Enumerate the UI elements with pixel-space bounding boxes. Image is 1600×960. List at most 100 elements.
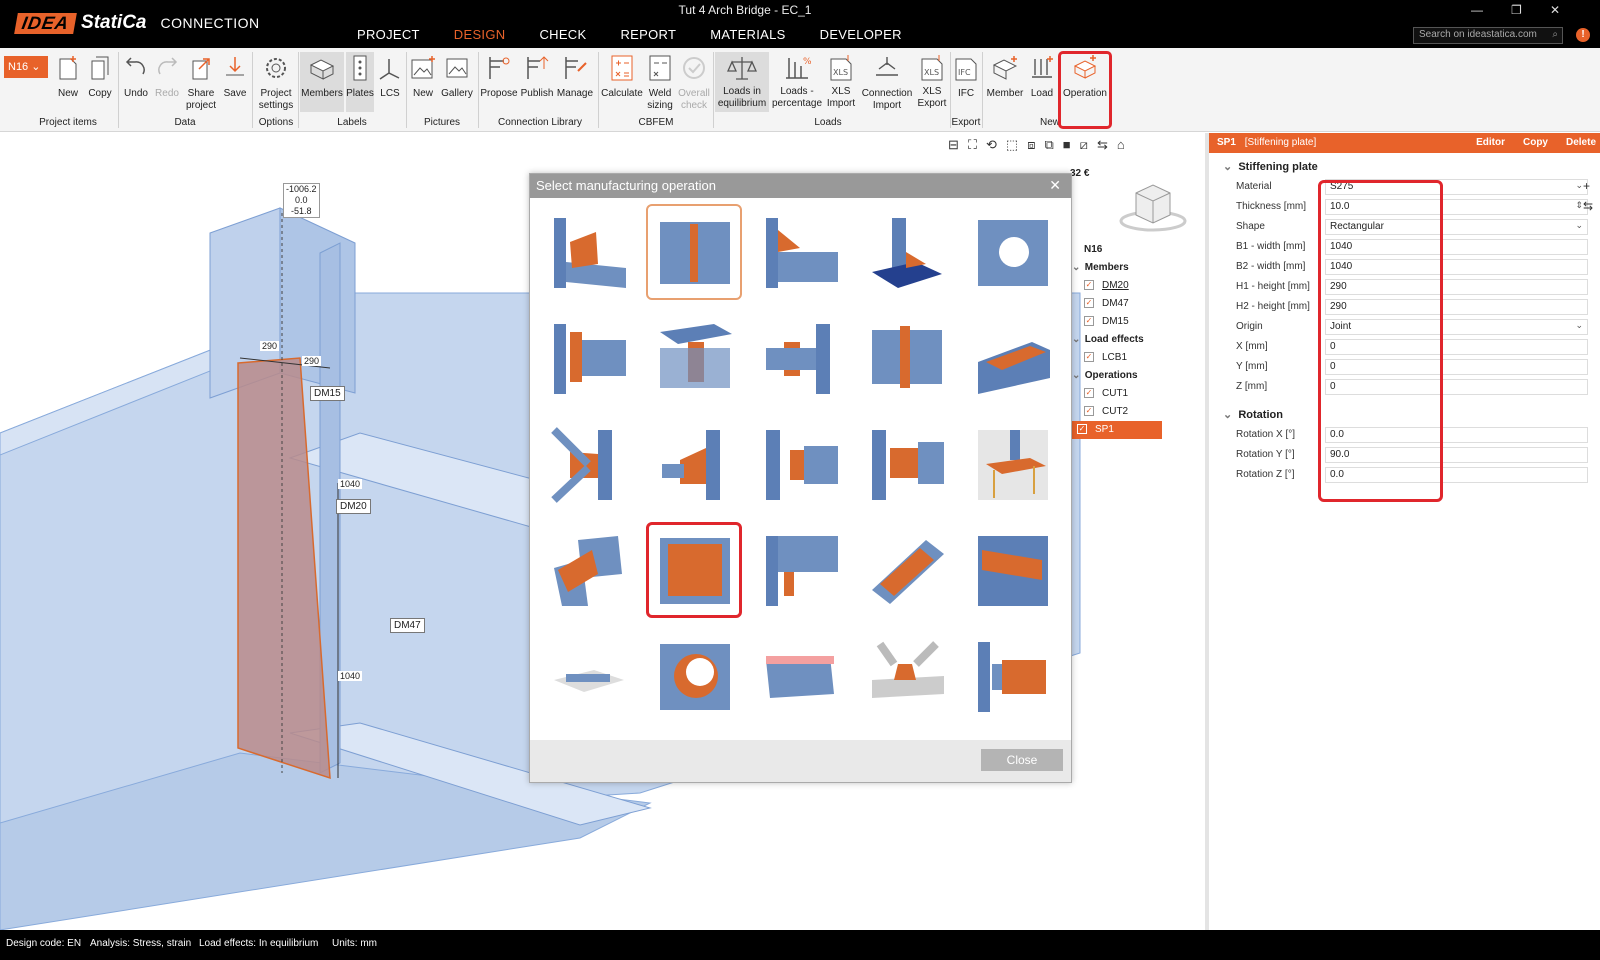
origin-select[interactable]: Joint ⌄ [1325, 319, 1588, 335]
publish-button[interactable]: Publish [519, 52, 555, 100]
tree-item-operation[interactable]: ✓ CUT2 [1072, 403, 1162, 421]
b2-input[interactable]: 1040 [1325, 259, 1588, 275]
operation-tile-splice[interactable] [858, 310, 954, 406]
members-label-toggle[interactable]: Members [300, 52, 344, 112]
view-cube-icon[interactable] [1118, 179, 1188, 235]
zoom-extents-icon[interactable]: ⛶ [968, 137, 977, 153]
delete-button[interactable]: Delete [1566, 137, 1596, 148]
section-rotation[interactable]: ⌄ Rotation [1209, 405, 1600, 425]
operation-tile-cleat[interactable] [752, 310, 848, 406]
operation-tile-truss-node[interactable] [858, 628, 954, 724]
minimize-icon[interactable]: — [1471, 3, 1483, 17]
close-button[interactable]: Close [981, 749, 1063, 771]
view-iso-icon[interactable]: ⧈ [1027, 137, 1035, 153]
home-icon[interactable]: ⌂ [1117, 137, 1125, 153]
tree-item-operation-selected[interactable]: ✓ SP1 [1072, 421, 1162, 439]
checkbox-icon[interactable]: ✓ [1084, 388, 1094, 399]
operation-tile-stiffener-cut[interactable] [540, 204, 636, 300]
loads-percentage-button[interactable]: % Loads - percentage [771, 52, 823, 110]
xls-import-button[interactable]: XLS XLS Import [824, 52, 858, 110]
checkbox-icon[interactable]: ✓ [1084, 406, 1094, 417]
operation-tile-gusset[interactable] [646, 416, 742, 512]
undo-button[interactable]: Undo [121, 52, 151, 100]
operation-tile-opening[interactable] [964, 204, 1060, 300]
member-tag-dm20[interactable]: DM20 [336, 499, 371, 514]
loads-in-equilibrium-toggle[interactable]: Loads in equilibrium [715, 52, 769, 112]
operation-tile-anchoring[interactable] [964, 416, 1060, 512]
new-operation-button[interactable]: Operation [1060, 52, 1110, 100]
thickness-stepper[interactable]: 10.0 ⇕ [1325, 199, 1588, 215]
operation-tile-flange-plate[interactable] [964, 522, 1060, 618]
operation-tile-cover-plate[interactable] [964, 310, 1060, 406]
ifc-export-button[interactable]: IFC IFC [952, 52, 980, 100]
checkbox-icon[interactable]: ✓ [1084, 280, 1094, 291]
checkbox-icon[interactable]: ✓ [1084, 298, 1094, 309]
operation-tile-fin-plate[interactable] [646, 310, 742, 406]
z-input[interactable]: 0 [1325, 379, 1588, 395]
lcs-toggle[interactable]: LCS [377, 52, 403, 100]
node-selector[interactable]: N16 ⌄ [4, 56, 48, 78]
calculate-button[interactable]: Calculate [601, 52, 643, 100]
copy-project-button[interactable]: Copy [86, 52, 114, 100]
tree-item-member[interactable]: ✓ DM15 [1072, 313, 1162, 331]
tree-load-effects-header[interactable]: ⌄ Load effects [1072, 331, 1162, 349]
editor-button[interactable]: Editor [1476, 137, 1505, 148]
operation-tile-seam[interactable] [752, 628, 848, 724]
y-input[interactable]: 0 [1325, 359, 1588, 375]
operation-tile-tube-opening[interactable] [646, 628, 742, 724]
tree-item-operation[interactable]: ✓ CUT1 [1072, 385, 1162, 403]
checkbox-icon[interactable]: ✓ [1084, 352, 1094, 363]
checkbox-icon[interactable]: ✓ [1084, 316, 1094, 327]
manage-button[interactable]: Manage [556, 52, 594, 100]
select-icon[interactable]: ⬚ [1006, 137, 1018, 153]
tree-members-header[interactable]: ⌄ Members [1072, 259, 1162, 277]
weld-sizing-button[interactable]: Weld sizing [645, 52, 675, 112]
tree-item-load[interactable]: ✓ LCB1 [1072, 349, 1162, 367]
save-button[interactable]: Save [222, 52, 248, 100]
search-input[interactable]: Search on ideastatica.com ⌕ [1413, 27, 1563, 44]
x-input[interactable]: 0 [1325, 339, 1588, 355]
tree-node-label[interactable]: N16 [1072, 241, 1162, 259]
tree-item-member[interactable]: ✓ DM47 [1072, 295, 1162, 313]
operation-tile-stiffening-plate[interactable] [646, 522, 742, 618]
xls-export-button[interactable]: XLS XLS Export [915, 52, 949, 110]
operation-tile-rib[interactable] [646, 204, 742, 300]
ruler-icon[interactable]: ⊟ [948, 137, 959, 153]
member-tag-dm15[interactable]: DM15 [310, 386, 345, 401]
mirror-icon[interactable]: ⇆ [1097, 137, 1108, 153]
b1-input[interactable]: 1040 [1325, 239, 1588, 255]
restore-icon[interactable]: ❐ [1511, 3, 1522, 17]
plates-label-toggle[interactable]: Plates [346, 52, 374, 112]
member-tag-dm47[interactable]: DM47 [390, 618, 425, 633]
new-project-button[interactable]: New [54, 52, 82, 100]
spinner-icon[interactable]: ⇕ [1575, 200, 1583, 211]
rotation-z-input[interactable]: 0.0 [1325, 467, 1588, 483]
h1-input[interactable]: 290 [1325, 279, 1588, 295]
material-select[interactable]: S275 ⌄ [1325, 179, 1588, 195]
checkbox-icon[interactable]: ✓ [1077, 424, 1087, 435]
new-load-button[interactable]: Load [1028, 52, 1056, 100]
tree-operations-header[interactable]: ⌄ Operations [1072, 367, 1162, 385]
search-icon[interactable]: ⌕ [1552, 29, 1558, 40]
project-settings-button[interactable]: Project settings [256, 52, 296, 112]
close-window-icon[interactable]: ✕ [1550, 3, 1560, 17]
operation-tile-end-plate[interactable] [540, 310, 636, 406]
operation-tile-tube-cut[interactable] [540, 522, 636, 618]
rotation-x-input[interactable]: 0.0 [1325, 427, 1588, 443]
gallery-button[interactable]: Gallery [439, 52, 475, 100]
operation-tile-web-splice[interactable] [858, 416, 954, 512]
view-wire-icon[interactable]: ⧉ [1045, 137, 1054, 153]
operation-tile-pad[interactable] [540, 628, 636, 724]
overall-check-button[interactable]: Overall check [677, 52, 711, 112]
copy-button[interactable]: Copy [1523, 137, 1548, 148]
share-project-button[interactable]: Share project [185, 52, 217, 112]
swap-icon[interactable]: ⇆ [1583, 199, 1593, 213]
operation-tile-stub[interactable] [752, 522, 848, 618]
operation-tile-bracing[interactable] [540, 416, 636, 512]
rotation-y-input[interactable]: 90.0 [1325, 447, 1588, 463]
rotate-icon[interactable]: ⟲ [986, 137, 997, 153]
operation-tile-haunch[interactable] [752, 204, 848, 300]
operation-tile-plate-to-plate[interactable] [858, 522, 954, 618]
redo-button[interactable]: Redo [154, 52, 180, 100]
operation-tile-bolted-cleat[interactable] [752, 416, 848, 512]
